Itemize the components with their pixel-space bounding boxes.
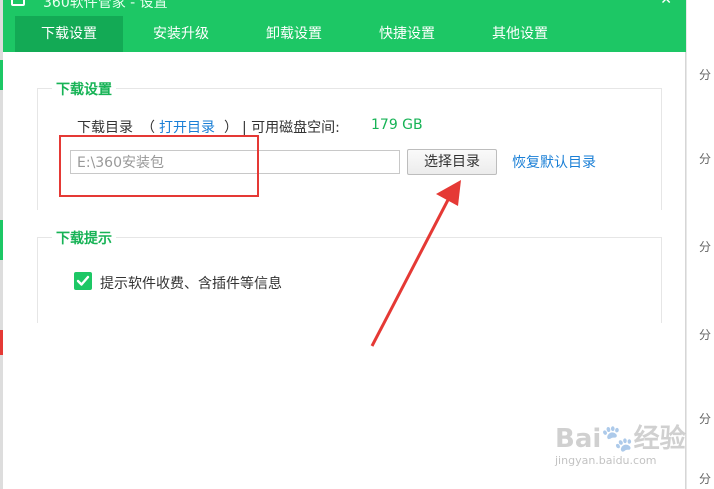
- watermark-sub: jingyan.baidu.com: [555, 454, 657, 467]
- baidu-watermark: Bai🐾经验 jingyan.baidu.com: [555, 418, 705, 478]
- watermark-main: Bai🐾经验: [555, 424, 686, 454]
- annotation-arrow-icon: [370, 180, 461, 347]
